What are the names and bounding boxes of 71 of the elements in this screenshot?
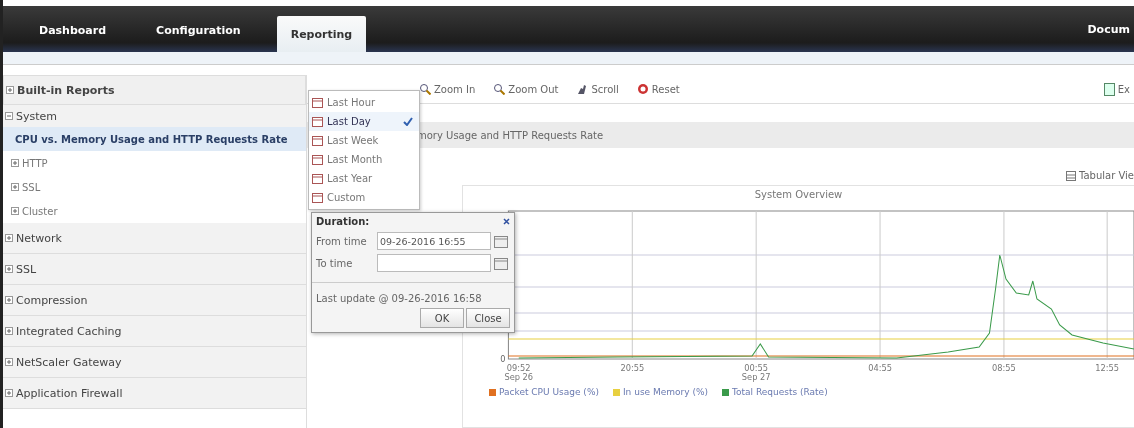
dialog-title: Duration: (316, 216, 370, 227)
expand-icon[interactable] (5, 327, 13, 335)
expand-icon[interactable] (5, 296, 13, 304)
menu-item[interactable]: Last Week (309, 131, 419, 150)
checkmark-icon (403, 117, 413, 126)
magnifier-icon (493, 83, 506, 95)
axis-label: 04:55 (868, 363, 892, 373)
legend-item[interactable]: Packet CPU Usage (%) (489, 387, 599, 397)
chart-title: System Overview (753, 188, 844, 202)
field-label: To time (316, 257, 354, 269)
menu-item[interactable]: Custom (309, 188, 419, 207)
sidebar-group[interactable]: System (3, 105, 306, 127)
sidebar-group[interactable]: SSL (3, 254, 306, 285)
axis-label: 00:55 Sep 27 (741, 363, 771, 382)
sidebar-group[interactable]: Network (3, 223, 306, 254)
field-label: From time (316, 235, 368, 247)
legend-item[interactable]: Total Requests (Rate) (722, 387, 828, 397)
nav-tab[interactable]: Configuration (142, 8, 255, 52)
calendar-icon (312, 135, 323, 146)
document-icon (1103, 82, 1115, 96)
expand-icon[interactable] (11, 207, 19, 215)
collapse-icon[interactable] (5, 112, 13, 120)
calendar-icon (312, 97, 323, 108)
expand-icon[interactable] (5, 234, 13, 242)
nav-tab[interactable]: Dashboard (25, 8, 121, 52)
expand-icon[interactable] (11, 159, 19, 167)
toolbar-button[interactable]: Scroll (572, 81, 623, 97)
axis-label: 20:55 (620, 363, 645, 373)
calendar-icon[interactable] (494, 234, 508, 248)
dialog-button[interactable]: Close (466, 308, 510, 328)
from-time-field[interactable]: 09-26-2016 16:55 (377, 232, 491, 250)
menu-item[interactable]: Last Month (309, 150, 419, 169)
last-update-text: Last update @ 09-26-2016 16:58 (312, 282, 514, 306)
dialog-button[interactable]: OK (420, 308, 464, 328)
reset-icon (636, 83, 649, 95)
nav-link[interactable]: Docum (1087, 22, 1130, 36)
menu-item[interactable]: Last Hour (309, 93, 419, 112)
toolbar-button[interactable]: Reset (632, 81, 684, 97)
legend-item[interactable]: In use Memory (%) (612, 387, 708, 397)
hand-icon (576, 83, 589, 95)
axis-label: 09:52 Sep 26 (504, 363, 534, 382)
magnifier-icon (419, 83, 431, 95)
calendar-icon (312, 173, 323, 184)
sidebar-header[interactable]: Built-in Reports (3, 75, 306, 105)
to-time-field[interactable] (377, 254, 491, 272)
menu-item[interactable]: Last Day (309, 112, 419, 131)
sidebar-header-label: Built-in Reports (17, 83, 115, 97)
export-button[interactable]: Ex (1099, 80, 1134, 98)
tabular-view-link[interactable]: Tabular Vie (1066, 170, 1134, 181)
sidebar-group[interactable]: Application Firewall (3, 378, 306, 409)
expand-icon[interactable] (11, 183, 19, 191)
table-icon (1066, 170, 1076, 181)
sidebar-group[interactable]: Integrated Caching (3, 316, 306, 347)
expand-icon[interactable] (6, 86, 14, 94)
axis-label: 12:55 (1095, 363, 1120, 373)
expand-icon[interactable] (5, 265, 13, 273)
expand-icon[interactable] (5, 389, 13, 397)
expand-icon[interactable] (5, 358, 13, 366)
menu-item[interactable]: Last Year (309, 169, 419, 188)
axis-label: 08:55 (992, 363, 1016, 373)
calendar-icon (312, 154, 323, 165)
nav-tab[interactable]: Reporting (276, 16, 367, 52)
sidebar-group[interactable]: Compression (3, 285, 306, 316)
sidebar-group[interactable]: NetScaler Gateway (3, 347, 306, 378)
sidebar-item[interactable]: CPU vs. Memory Usage and HTTP Requests Rate (3, 127, 306, 151)
axis-label: 0 (500, 354, 506, 364)
close-icon[interactable] (503, 218, 510, 225)
toolbar-button[interactable]: Zoom Out (489, 81, 563, 97)
calendar-icon (312, 116, 323, 127)
calendar-icon[interactable] (494, 256, 508, 270)
calendar-icon (312, 192, 323, 203)
